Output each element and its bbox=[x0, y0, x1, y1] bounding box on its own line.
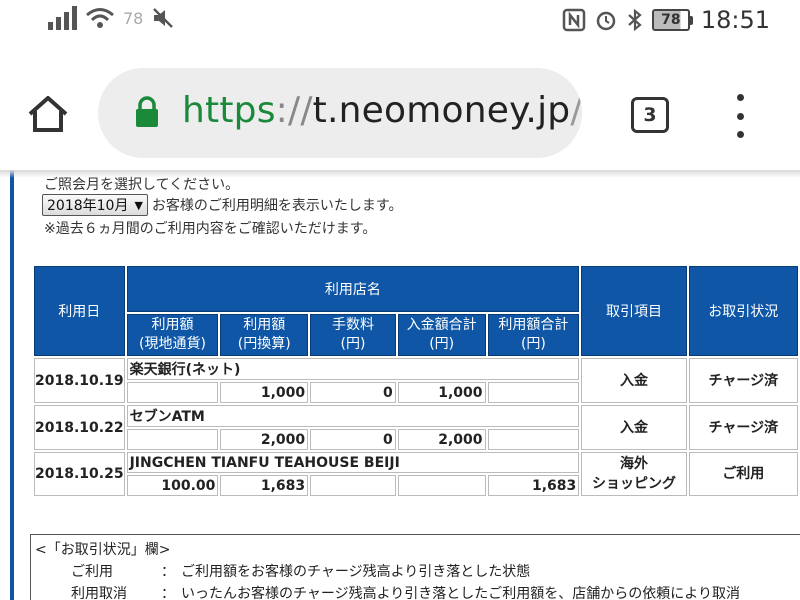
bluetooth-icon bbox=[628, 8, 642, 32]
page-content: ご照会月を選択してください。 2018年10月 ▼ お客様のご利用明細を表示いた… bbox=[0, 170, 800, 600]
row-amount-local: 100.00 bbox=[126, 475, 219, 496]
month-select-row: 2018年10月 ▼ お客様のご利用明細を表示いたします。 bbox=[42, 194, 403, 216]
col-status: お取引状況 bbox=[688, 266, 798, 356]
legend-item: 利用取消 ： いったんお客様のチャージ残高より引き落としたご利用額を、店舗からの… bbox=[71, 583, 800, 600]
toolbar-shadow bbox=[0, 170, 800, 178]
row-usage-total: 1,683 bbox=[487, 475, 580, 496]
select-note: お客様のご利用明細を表示いたします。 bbox=[151, 198, 403, 214]
row-fee: 0 bbox=[310, 429, 396, 450]
legend-desc: いったんお客様のチャージ残高より引き落としたご利用額を、店舗からの依頼により取消 bbox=[181, 586, 741, 600]
status-legend: <「お取引状況」欄> ご利用 ： ご利用額をお客様のチャージ残高より引き落とした… bbox=[30, 534, 800, 600]
legend-term: ご利用 bbox=[71, 564, 113, 580]
url-text: https://t.neomoney.jp/m bbox=[182, 90, 582, 131]
battery-icon: 78 bbox=[651, 9, 693, 31]
url-path: /m bbox=[570, 90, 582, 131]
row-amount-yen: 1,000 bbox=[220, 382, 309, 403]
home-button[interactable] bbox=[24, 90, 72, 138]
row-usage-total bbox=[487, 429, 580, 450]
table-row: 2018.10.19 楽天銀行(ネット) 入金 チャージ済 bbox=[34, 358, 798, 403]
battery-level: 78 bbox=[661, 12, 681, 28]
menu-dot-icon bbox=[736, 112, 744, 120]
nfc-icon bbox=[562, 8, 586, 32]
legend-item: ご利用 ： ご利用額をお客様のチャージ残高より引き落とした状態 bbox=[71, 561, 800, 583]
row-date: 2018.10.22 bbox=[34, 405, 125, 450]
legend-term: 利用取消 bbox=[71, 586, 127, 600]
menu-dot-icon bbox=[736, 94, 744, 101]
transactions-table: 利用日 利用店名 取引項目 お取引状況 利用額 (現地通貨) 利用額 (円換算) 手… bbox=[32, 264, 800, 498]
row-status: ご利用 bbox=[688, 452, 798, 496]
wifi-badge: 78 bbox=[123, 8, 144, 28]
row-status: チャージ済 bbox=[688, 358, 798, 403]
legend-title: <「お取引状況」欄> bbox=[35, 542, 171, 558]
row-type: 入金 bbox=[581, 358, 687, 403]
history-note: ※過去６ヵ月間のご利用内容をご確認いただけます。 bbox=[44, 221, 377, 237]
col-amount-yen: 利用額 (円換算) bbox=[220, 314, 309, 356]
clock: 18:51 bbox=[700, 6, 770, 34]
address-bar[interactable]: https://t.neomoney.jp/m bbox=[98, 68, 582, 158]
col-type: 取引項目 bbox=[581, 266, 687, 356]
lock-icon bbox=[136, 96, 158, 127]
legend-desc: ご利用額をお客様のチャージ残高より引き落とした状態 bbox=[181, 564, 531, 580]
month-select-value: 2018年10月 bbox=[47, 198, 129, 214]
row-shop: 楽天銀行(ネット) bbox=[126, 358, 580, 380]
legend-colon: ： bbox=[161, 586, 175, 600]
row-type: 海外 ショッピング bbox=[581, 452, 687, 496]
url-scheme: https bbox=[182, 90, 276, 131]
tab-switcher-button[interactable]: 3 bbox=[631, 97, 669, 133]
status-left: 78 bbox=[48, 6, 175, 30]
col-shop: 利用店名 bbox=[126, 266, 580, 312]
row-date: 2018.10.25 bbox=[34, 452, 125, 496]
row-type: 入金 bbox=[581, 405, 687, 450]
col-deposit-total: 入金額合計 (円) bbox=[397, 314, 486, 356]
row-amount-local bbox=[126, 429, 219, 450]
tab-count: 3 bbox=[643, 104, 657, 126]
row-deposit-total: 2,000 bbox=[397, 429, 486, 450]
table-row: 2018.10.22 セブンATM 入金 チャージ済 bbox=[34, 405, 798, 450]
row-shop: JINGCHEN TIANFU TEAHOUSE BEIJI bbox=[126, 452, 580, 473]
col-fee: 手数料 (円) bbox=[310, 314, 396, 356]
alarm-icon bbox=[596, 11, 616, 31]
url-host: t.neomoney.jp bbox=[312, 90, 571, 131]
row-amount-local bbox=[126, 382, 219, 403]
left-accent-bar bbox=[10, 170, 14, 600]
row-date: 2018.10.19 bbox=[34, 358, 125, 403]
browser-toolbar: https://t.neomoney.jp/m 3 bbox=[0, 40, 800, 170]
row-usage-total bbox=[487, 382, 580, 403]
home-icon bbox=[28, 96, 68, 132]
row-deposit-total bbox=[397, 475, 486, 496]
row-fee: 0 bbox=[310, 382, 396, 403]
table-header-row: 利用日 利用店名 取引項目 お取引状況 bbox=[34, 266, 798, 356]
menu-dot-icon bbox=[736, 131, 744, 138]
row-amount-yen: 1,683 bbox=[220, 475, 309, 496]
row-status: チャージ済 bbox=[688, 405, 798, 450]
mute-icon bbox=[153, 8, 174, 28]
row-deposit-total: 1,000 bbox=[397, 382, 486, 403]
wifi-icon bbox=[86, 8, 114, 28]
url-separator: :// bbox=[275, 90, 313, 131]
month-select[interactable]: 2018年10月 ▼ bbox=[42, 194, 148, 216]
dropdown-arrow-icon: ▼ bbox=[134, 198, 143, 212]
legend-colon: ： bbox=[161, 564, 175, 580]
row-shop: セブンATM bbox=[126, 405, 580, 427]
col-amount-local: 利用額 (現地通貨) bbox=[126, 314, 219, 356]
col-usage-total: 利用額合計 (円) bbox=[487, 314, 580, 356]
row-amount-yen: 2,000 bbox=[220, 429, 309, 450]
table-row: 2018.10.25 JINGCHEN TIANFU TEAHOUSE BEIJ… bbox=[34, 452, 798, 496]
col-date: 利用日 bbox=[34, 266, 125, 356]
status-right: 78 18:51 bbox=[562, 6, 770, 34]
status-bar: 78 78 18:51 bbox=[0, 0, 800, 40]
overflow-menu-button[interactable] bbox=[730, 94, 750, 138]
signal-icon bbox=[48, 6, 77, 30]
row-fee bbox=[310, 475, 396, 496]
